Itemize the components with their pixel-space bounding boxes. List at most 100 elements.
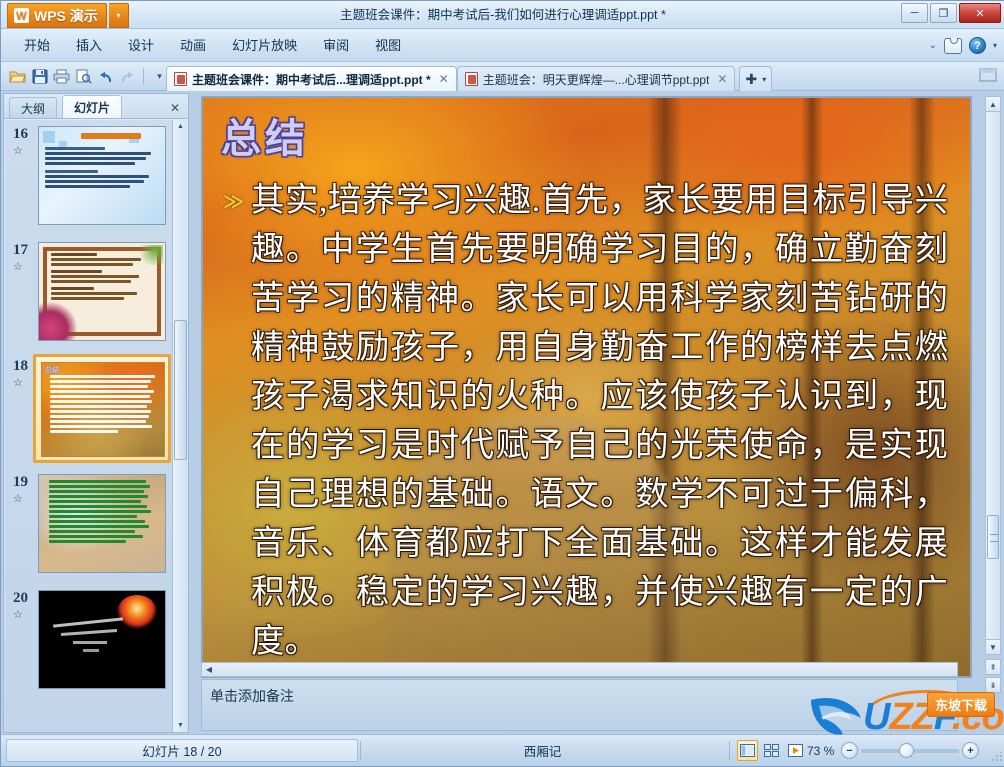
slide-vertical-scrollbar[interactable] — [985, 96, 1001, 653]
document-tab-1-label: 主题班会课件：期中考试后...理调适ppt.ppt * — [192, 72, 431, 87]
slide-scroll-down-icon[interactable]: ▼ — [985, 639, 1001, 655]
thumbnail-scroll-thumb[interactable] — [174, 320, 187, 460]
slide-selection-highlight: 总结 — [33, 354, 171, 463]
slide-counter: 幻灯片 18 / 20 — [6, 739, 358, 762]
slideshow-view-button[interactable] — [785, 740, 806, 761]
menu-bar: 开始 插入 设计 动画 幻灯片放映 审阅 视图 ⌄ ? ▾ — [1, 29, 1004, 62]
slide-thumbnail-19[interactable]: 19 ☆ — [5, 472, 173, 585]
slide-thumbnail-16[interactable]: 16 ☆ — [5, 124, 173, 237]
minimize-button[interactable]: ─ — [901, 3, 928, 23]
slide-thumbnail-image — [38, 474, 166, 573]
view-buttons — [737, 740, 806, 761]
panel-close-icon[interactable]: ✕ — [170, 101, 180, 118]
menu-item-design[interactable]: 设计 — [115, 33, 167, 59]
wps-presentation-window: 主题班会课件：期中考试后-我们如何进行心理调适ppt.ppt * W WPS 演… — [0, 0, 1004, 767]
menu-item-animation[interactable]: 动画 — [167, 33, 219, 59]
notes-pane[interactable]: 单击添加备注 — [201, 679, 958, 731]
slide-horizontal-scrollbar[interactable]: ◀ — [201, 662, 958, 677]
menu-item-review[interactable]: 审阅 — [310, 33, 362, 59]
chevron-down-icon[interactable]: ⌄ — [929, 40, 937, 51]
zoom-out-button[interactable]: − — [841, 742, 858, 759]
document-tab-2[interactable]: 主题班会：明天更辉煌—...心理调节ppt.ppt ✕ — [456, 66, 736, 91]
toolbar-divider — [143, 68, 144, 85]
open-icon[interactable] — [7, 65, 28, 88]
animation-star-icon: ☆ — [13, 261, 23, 273]
slide-thumbnail-image: 总结 — [41, 362, 165, 457]
wps-app-logo[interactable]: W WPS 演示 — [7, 3, 107, 28]
slide-body-placeholder[interactable]: ≫ 其实,培养学习兴趣.首先，家长要用目标引导兴趣。中学生首先要明确学习目的，确… — [223, 176, 948, 666]
scroll-left-icon[interactable]: ◀ — [202, 663, 216, 676]
zoom-slider-handle[interactable] — [899, 742, 914, 758]
redo-icon[interactable] — [117, 65, 138, 88]
window-title: 主题班会课件：期中考试后-我们如何进行心理调适ppt.ppt * — [340, 8, 666, 22]
resize-grip[interactable] — [991, 752, 1002, 763]
vertical-scroll-thumb[interactable] — [987, 515, 999, 559]
document-tab-1-close-icon[interactable]: ✕ — [439, 72, 449, 86]
slide-number: 19 — [13, 474, 28, 490]
maximize-button[interactable]: ❐ — [930, 3, 957, 23]
slide-title[interactable]: 总结 — [221, 106, 309, 164]
print-preview-icon[interactable] — [73, 65, 94, 88]
print-icon[interactable] — [51, 65, 72, 88]
slide-thumbnail-18[interactable]: 总结 18 ☆ — [5, 354, 173, 469]
document-tabs: 主题班会课件：期中考试后...理调适ppt.ppt * ✕ 主题班会：明天更辉煌… — [166, 64, 773, 91]
wps-badge-icon: W — [14, 8, 29, 23]
menu-item-view[interactable]: 视图 — [362, 33, 414, 59]
slide-number: 16 — [13, 126, 28, 142]
slide-number: 17 — [13, 242, 28, 258]
slide-canvas[interactable]: 总结 ≫ 其实,培养学习兴趣.首先，家长要用目标引导兴趣。中学生首先要明确学习目… — [201, 96, 972, 678]
thumbnail-panel-scrollbar[interactable]: ▲ ▼ — [172, 120, 187, 732]
ppt-file-icon — [464, 72, 478, 86]
document-tab-1[interactable]: 主题班会课件：期中考试后...理调适ppt.ppt * ✕ — [166, 66, 457, 91]
undo-icon[interactable] — [95, 65, 116, 88]
slide-sorter-view-button[interactable] — [761, 740, 782, 761]
normal-view-button[interactable] — [737, 740, 758, 761]
previous-slide-icon[interactable]: ⇞ — [985, 659, 1001, 675]
scroll-up-icon[interactable]: ▲ — [174, 120, 187, 133]
toolbar-collapse-button[interactable] — [979, 67, 997, 83]
new-tab-caret-icon[interactable]: ▾ — [762, 75, 766, 84]
status-divider — [729, 741, 730, 760]
tab-slides[interactable]: 幻灯片 — [62, 95, 123, 118]
document-tab-2-label: 主题班会：明天更辉煌—...心理调节ppt.ppt — [482, 72, 710, 87]
animation-star-icon: ☆ — [13, 377, 23, 389]
close-button[interactable]: ✕ — [959, 3, 1001, 23]
slide-number: 18 — [13, 358, 28, 374]
help-dropdown-caret-icon[interactable]: ▾ — [993, 41, 997, 50]
zoom-slider-track[interactable] — [861, 742, 959, 758]
save-icon[interactable] — [29, 65, 50, 88]
slide-scroll-up-icon[interactable]: ▲ — [985, 96, 1001, 112]
document-tab-2-close-icon[interactable]: ✕ — [717, 72, 727, 86]
slide-number: 20 — [13, 590, 28, 606]
help-icon[interactable]: ? — [968, 37, 986, 54]
animation-star-icon: ☆ — [13, 493, 23, 505]
quick-access-toolbar: ▾ — [7, 63, 170, 90]
panel-tabs: 大纲 幻灯片 ✕ — [4, 94, 188, 119]
title-bar: 主题班会课件：期中考试后-我们如何进行心理调适ppt.ppt * W WPS 演… — [1, 1, 1004, 29]
zoom-level[interactable]: 73 % — [807, 744, 834, 758]
slide-thumbnail-20[interactable]: 20 ☆ — [5, 588, 173, 701]
menu-item-start[interactable]: 开始 — [11, 33, 63, 59]
bullet-marker-icon: ≫ — [223, 191, 244, 213]
slide-thumbnail-image — [38, 590, 166, 689]
zoom-slider-control: − + — [841, 742, 979, 759]
slide-thumbnail-image — [38, 242, 166, 341]
scroll-down-icon[interactable]: ▼ — [174, 719, 187, 732]
next-slide-icon[interactable]: ⇟ — [985, 677, 1001, 693]
wps-menu-caret-icon[interactable]: ▾ — [109, 3, 129, 28]
theme-name[interactable]: 西厢记 — [361, 739, 724, 762]
work-area: 大纲 幻灯片 ✕ 16 ☆ 17 ☆ 总结 18 ☆ 19 ☆ 20 ☆ ▲ ▼… — [1, 91, 1004, 735]
zoom-in-button[interactable]: + — [962, 742, 979, 759]
animation-star-icon: ☆ — [13, 609, 23, 621]
quick-access-toolbar-row: ▾ 主题班会课件：期中考试后...理调适ppt.ppt * ✕ 主题班会：明天更… — [1, 62, 1004, 91]
menu-item-insert[interactable]: 插入 — [63, 33, 115, 59]
window-controls: ─ ❐ ✕ — [901, 3, 1001, 23]
slide-body-text: 其实,培养学习兴趣.首先，家长要用目标引导兴趣。中学生首先要明确学习目的，确立勤… — [251, 182, 948, 660]
slide-thumbnail-list[interactable]: 16 ☆ 17 ☆ 总结 18 ☆ 19 ☆ 20 ☆ — [5, 120, 173, 732]
slide-thumbnail-17[interactable]: 17 ☆ — [5, 240, 173, 353]
menu-item-slideshow[interactable]: 幻灯片放映 — [219, 33, 310, 59]
skin-icon[interactable] — [943, 37, 962, 54]
tab-outline[interactable]: 大纲 — [9, 97, 58, 118]
new-tab-button[interactable]: ✚ ▾ — [739, 66, 773, 91]
wps-app-name: WPS 演示 — [34, 7, 98, 24]
